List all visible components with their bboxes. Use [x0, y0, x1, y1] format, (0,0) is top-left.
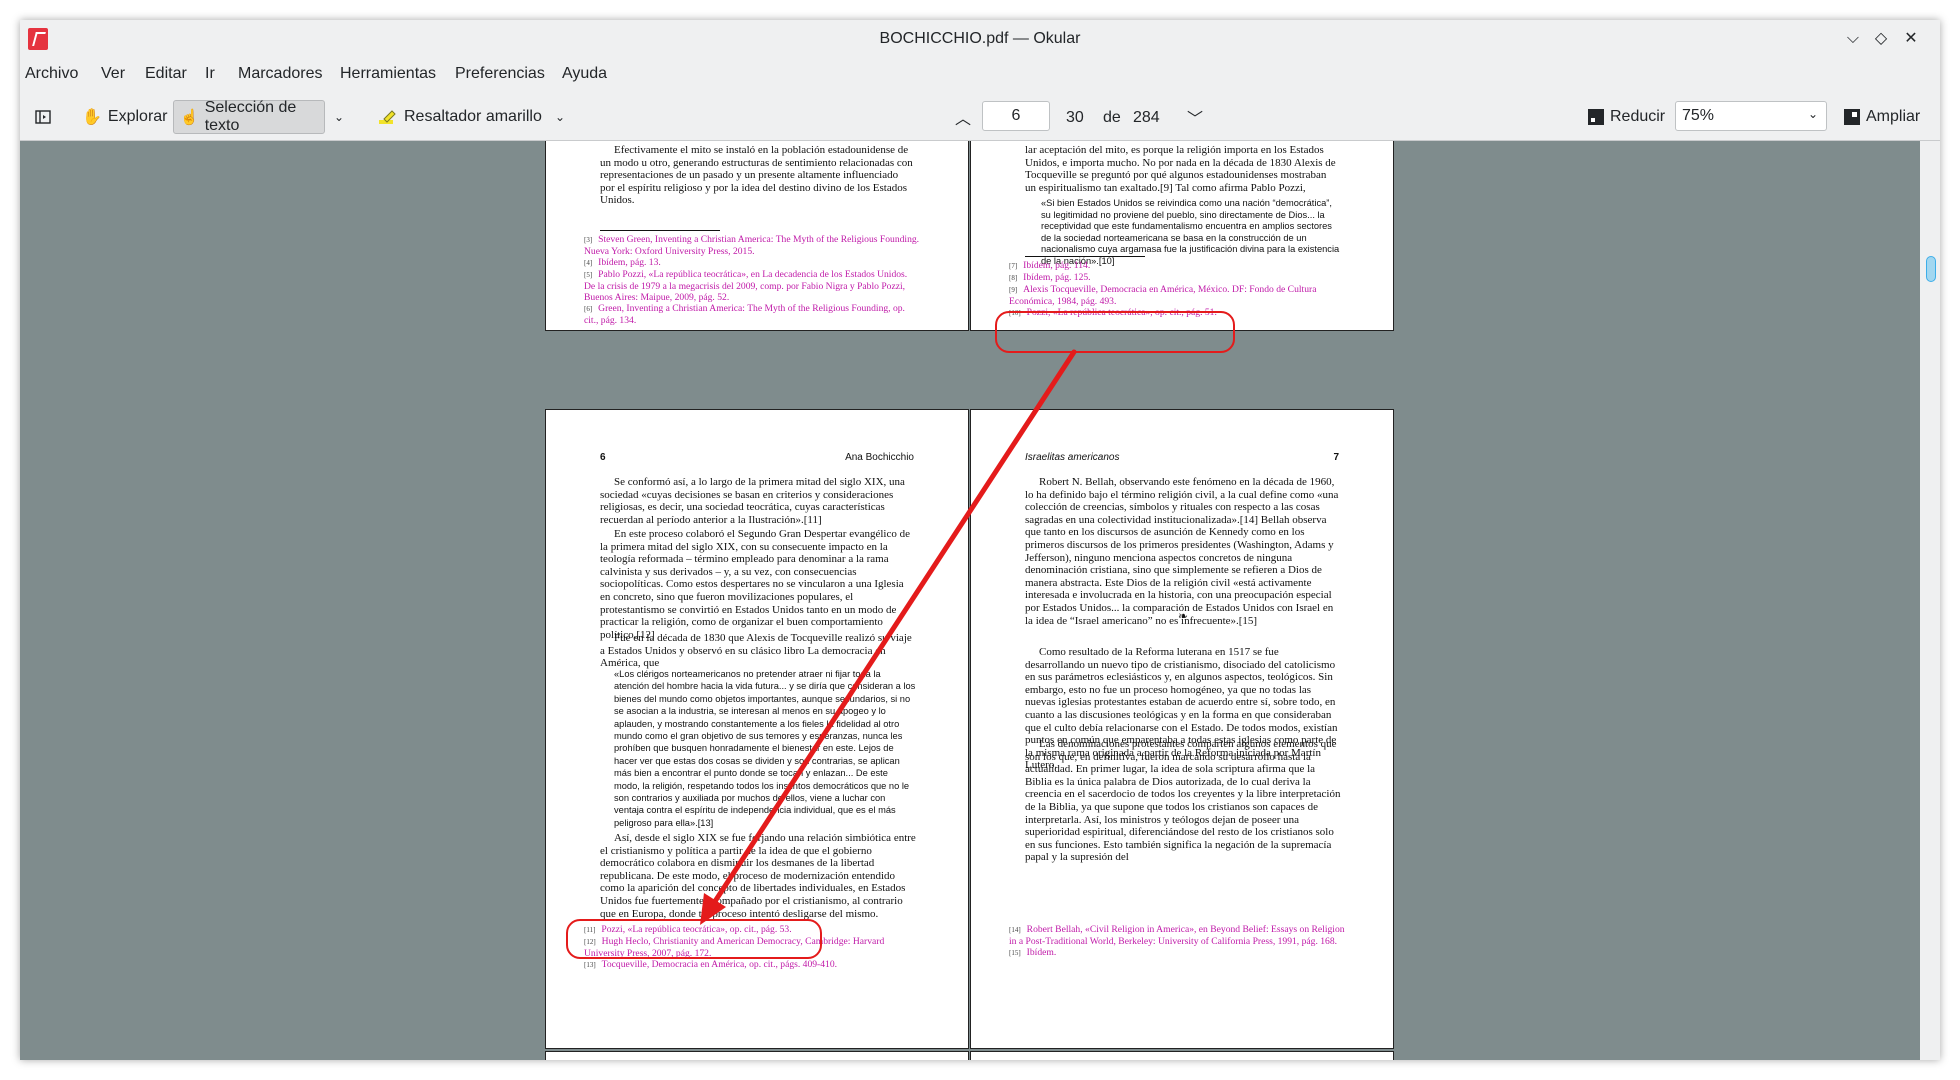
menu-marcadores[interactable]: Marcadores [238, 65, 322, 83]
text-select-tool-button[interactable]: ☝ Selección de texto [173, 99, 325, 134]
chevron-up-icon: ︿ [954, 111, 971, 128]
window-title: BOCHICCHIO.pdf — Okular [879, 30, 1081, 47]
menu-archivo[interactable]: Archivo [25, 65, 78, 83]
sidebar-panel-icon [35, 110, 51, 124]
browse-tool-button[interactable]: ✋ Explorar [76, 100, 174, 134]
arrow-head [700, 893, 726, 925]
page-of-label: de [1103, 109, 1121, 126]
zoom-in-button[interactable]: Ampliar [1844, 100, 1920, 134]
page-number-input[interactable] [982, 101, 1050, 131]
menu-ver[interactable]: Ver [101, 65, 125, 83]
previous-page-button[interactable]: ︿ [950, 100, 976, 134]
zoom-in-icon [1844, 109, 1860, 125]
zoom-in-label: Ampliar [1866, 108, 1921, 125]
chevron-down-icon: ⌄ [554, 110, 566, 124]
text-select-dropdown[interactable]: ⌄ [328, 100, 350, 134]
highlighter-tool-button[interactable]: Resaltador amarillo [378, 100, 542, 134]
chevron-down-icon: ⌄ [333, 110, 345, 124]
scrollbar-thumb[interactable] [1926, 256, 1936, 282]
page-label: 30 [1066, 109, 1084, 126]
text-select-label: Selección de texto [204, 99, 297, 134]
document-viewport[interactable]: Efectivamente el mito se instaló en la p… [20, 141, 1920, 1060]
menu-bar: Archivo Ver Editar Ir Marcadores Herrami… [20, 58, 1940, 90]
zoom-out-button[interactable]: Reducir [1588, 100, 1665, 134]
close-icon[interactable]: ✕ [1898, 26, 1924, 52]
title-bar: BOCHICCHIO.pdf — Okular ⌵ ◇ ✕ [20, 20, 1940, 58]
chevron-down-icon: ﹀ [1186, 111, 1203, 128]
chevron-down-icon: ⌄ [1807, 107, 1818, 121]
page-total-label: 284 [1133, 109, 1160, 126]
next-page-button[interactable]: ﹀ [1182, 100, 1208, 134]
highlighter-label: Resaltador amarillo [404, 108, 542, 125]
menu-ir[interactable]: Ir [205, 65, 215, 83]
menu-preferencias[interactable]: Preferencias [455, 65, 545, 83]
minimize-icon[interactable]: ⌵ [1840, 26, 1866, 52]
zoom-out-icon [1588, 109, 1604, 125]
menu-herramientas[interactable]: Herramientas [340, 65, 436, 83]
okular-window: BOCHICCHIO.pdf — Okular ⌵ ◇ ✕ Archivo Ve… [20, 20, 1940, 1060]
highlighter-icon [379, 110, 396, 124]
main-toolbar: ✋ Explorar ☝ Selección de texto ⌄ Resalt… [20, 94, 1940, 141]
arrow-shaft [707, 349, 1077, 912]
highlighter-dropdown[interactable]: ⌄ [550, 100, 570, 134]
annotation-arrow [700, 349, 1077, 925]
zoom-select[interactable]: 75% ⌄ [1675, 101, 1827, 131]
maximize-icon[interactable]: ◇ [1868, 26, 1894, 52]
cursor-hand-icon: ☝ [180, 109, 199, 126]
menu-ayuda[interactable]: Ayuda [562, 65, 607, 83]
sidebar-toggle-button[interactable] [28, 100, 58, 134]
vertical-scrollbar[interactable] [1920, 141, 1940, 1060]
hand-icon: ✋ [82, 109, 102, 126]
browse-label: Explorar [107, 108, 168, 125]
zoom-out-label: Reducir [1610, 108, 1666, 125]
zoom-value: 75% [1682, 107, 1715, 124]
menu-editar[interactable]: Editar [145, 65, 187, 83]
